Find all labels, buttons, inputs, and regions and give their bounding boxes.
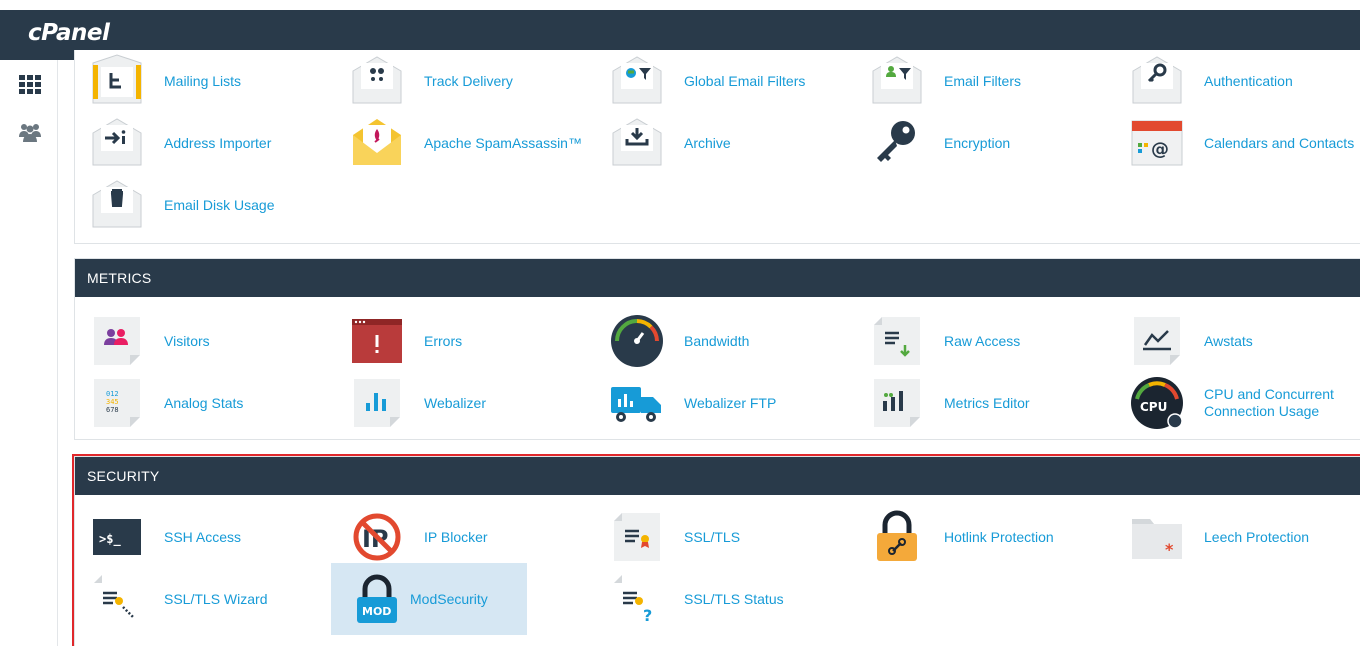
raw-access-icon <box>874 317 920 365</box>
item-label: Webalizer <box>424 394 486 411</box>
item-label: Analog Stats <box>164 394 244 411</box>
analog-stats-icon: 012 345 678 <box>94 379 140 427</box>
metrics-header[interactable]: METRICS <box>75 259 1360 297</box>
email-panel: Mailing Lists Track Delivery Global Emai… <box>74 50 1360 244</box>
encryption-item[interactable]: Encryption <box>869 112 1119 174</box>
track-delivery-item[interactable]: Track Delivery <box>349 50 599 112</box>
sidebar <box>0 60 58 646</box>
item-label-line2: Connection Usage <box>1204 403 1320 419</box>
item-label: Address Importer <box>164 134 272 151</box>
address-importer-icon <box>92 118 142 166</box>
item-label: Visitors <box>164 332 210 349</box>
bandwidth-gauge-icon <box>611 315 663 367</box>
item-label: Errors <box>424 332 463 349</box>
item-label: Encryption <box>944 134 1011 151</box>
analog-stats-item[interactable]: 012 345 678 Analog Stats <box>89 372 339 434</box>
item-label: Global Email Filters <box>684 72 806 89</box>
awstats-icon <box>1134 317 1180 365</box>
item-label: Awstats <box>1204 332 1253 349</box>
item-label: Authentication <box>1204 72 1293 89</box>
visitors-item[interactable]: Visitors <box>89 310 339 372</box>
svg-text:012: 012 <box>106 390 119 398</box>
bandwidth-item[interactable]: Bandwidth <box>609 310 859 372</box>
global-email-filters-icon <box>612 56 662 104</box>
raw-access-item[interactable]: Raw Access <box>869 310 1119 372</box>
svg-text:678: 678 <box>106 406 119 414</box>
cpu-usage-item[interactable]: CPU CPU and Concurrent Connection Usage <box>1129 372 1360 434</box>
svg-text:345: 345 <box>106 398 119 406</box>
item-label: Raw Access <box>944 332 1021 349</box>
item-label: Apache SpamAssassin™ <box>424 134 582 151</box>
webalizer-icon <box>354 379 400 427</box>
webalizer-ftp-icon <box>611 387 661 422</box>
spamassassin-item[interactable]: Apache SpamAssassin™ <box>349 112 599 174</box>
users-icon[interactable] <box>18 120 42 144</box>
authentication-icon <box>1132 56 1182 104</box>
item-label-line1: CPU and Concurrent <box>1204 386 1334 402</box>
global-email-filters-item[interactable]: Global Email Filters <box>609 50 859 112</box>
email-disk-usage-item[interactable]: Email Disk Usage <box>89 174 339 236</box>
metrics-editor-item[interactable]: Metrics Editor <box>869 372 1119 434</box>
archive-item[interactable]: Archive <box>609 112 859 174</box>
awstats-item[interactable]: Awstats <box>1129 310 1360 372</box>
item-label: Webalizer FTP <box>684 394 777 411</box>
item-label: Calendars and Contacts <box>1204 134 1355 151</box>
metrics-editor-icon <box>874 379 920 427</box>
errors-icon <box>352 319 402 363</box>
item-label: Bandwidth <box>684 332 750 349</box>
item-label: Archive <box>684 134 731 151</box>
item-label: Email Disk Usage <box>164 196 275 213</box>
webalizer-ftp-item[interactable]: Webalizer FTP <box>609 372 859 434</box>
calendars-contacts-item[interactable]: @ Calendars and Contacts <box>1129 112 1360 174</box>
item-label: Email Filters <box>944 72 1022 89</box>
item-label: Mailing Lists <box>164 72 242 89</box>
calendar-icon: @ <box>1131 120 1183 166</box>
webalizer-item[interactable]: Webalizer <box>349 372 599 434</box>
errors-item[interactable]: Errors <box>349 310 599 372</box>
svg-text:@: @ <box>1151 139 1169 160</box>
address-importer-item[interactable]: Address Importer <box>89 112 339 174</box>
track-delivery-icon <box>352 56 402 104</box>
mailing-lists-icon <box>92 54 142 104</box>
security-highlight-outline <box>72 454 1360 646</box>
item-label: Track Delivery <box>424 72 513 89</box>
cpu-icon: CPU <box>1131 377 1183 429</box>
disk-usage-icon <box>92 180 142 228</box>
svg-text:CPU: CPU <box>1140 400 1167 414</box>
email-filters-icon <box>872 56 922 104</box>
visitors-icon <box>94 317 140 365</box>
archive-icon <box>612 118 662 166</box>
cpanel-logo[interactable]: cPanel <box>28 20 110 46</box>
grid-icon[interactable] <box>18 72 42 96</box>
spamassassin-icon <box>353 119 401 165</box>
metrics-panel: METRICS Visitors Errors Bandwidth Raw Ac… <box>74 258 1360 440</box>
email-filters-item[interactable]: Email Filters <box>869 50 1119 112</box>
mailing-lists-item[interactable]: Mailing Lists <box>89 50 339 112</box>
encryption-key-icon <box>877 121 915 162</box>
item-label: Metrics Editor <box>944 394 1030 411</box>
authentication-item[interactable]: Authentication <box>1129 50 1360 112</box>
